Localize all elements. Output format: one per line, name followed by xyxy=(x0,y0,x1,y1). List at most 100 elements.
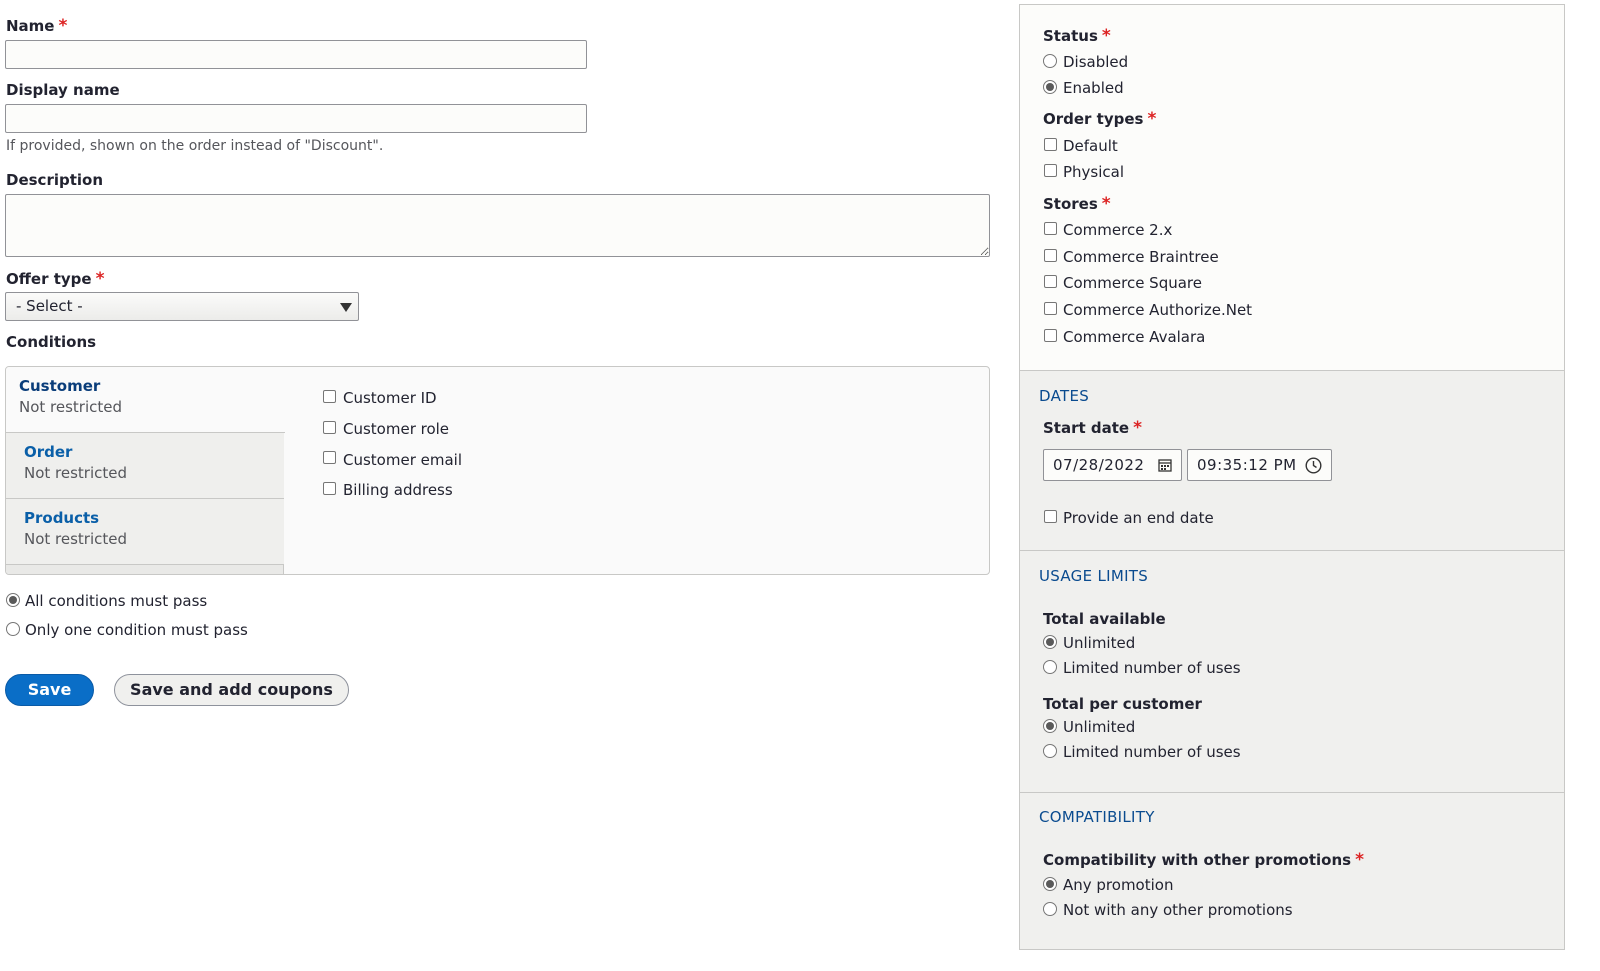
required-mark: * xyxy=(1101,26,1111,46)
compatibility-section: COMPATIBILITY Compatibility with other p… xyxy=(1020,793,1564,949)
store-checkbox[interactable] xyxy=(1044,302,1057,315)
order-type-label: Physical xyxy=(1063,163,1125,181)
radio-label: Limited number of uses xyxy=(1063,659,1241,677)
customer-email-checkbox[interactable] xyxy=(323,451,336,464)
display-name-label: Display name xyxy=(6,81,120,99)
total-per-customer-label: Total per customer xyxy=(1043,695,1202,713)
name-input[interactable] xyxy=(5,40,587,69)
required-mark: * xyxy=(95,269,105,289)
order-types-label-text: Order types xyxy=(1043,110,1144,128)
offer-type-selected: - Select - xyxy=(16,297,83,315)
status-label-text: Status xyxy=(1043,27,1098,45)
total-unlimited-radio[interactable] xyxy=(1043,635,1057,649)
required-mark: * xyxy=(1101,194,1111,214)
status-enabled-radio[interactable] xyxy=(1043,80,1057,94)
stores-label: Stores * xyxy=(1043,194,1111,214)
display-name-help: If provided, shown on the order instead … xyxy=(6,138,384,154)
tab-products[interactable]: Products Not restricted xyxy=(6,499,284,565)
operator-label: All conditions must pass xyxy=(25,592,208,610)
name-label-text: Name xyxy=(6,17,55,35)
chevron-down-icon xyxy=(340,303,352,312)
conditions-panel: Customer Not restricted Order Not restri… xyxy=(5,366,990,575)
order-type-default-checkbox[interactable] xyxy=(1044,138,1057,151)
all-conditions-radio[interactable] xyxy=(6,593,20,607)
one-condition-radio[interactable] xyxy=(6,622,20,636)
order-types-label: Order types * xyxy=(1043,109,1156,129)
required-mark: * xyxy=(58,16,68,36)
dates-section: DATES Start date * 07/28/2022 09:35:12 PM… xyxy=(1020,371,1564,551)
description-label: Description xyxy=(6,171,104,189)
customer-id-checkbox[interactable] xyxy=(323,390,336,403)
store-label: Commerce Square xyxy=(1063,274,1202,292)
usage-limits-section: USAGE LIMITS Total available Unlimited L… xyxy=(1020,551,1564,793)
tab-title: Products xyxy=(24,509,100,527)
billing-address-checkbox[interactable] xyxy=(323,482,336,495)
status-option-label: Enabled xyxy=(1063,79,1124,97)
option-label: Customer role xyxy=(343,420,450,438)
tab-customer[interactable]: Customer Not restricted xyxy=(6,367,285,433)
start-date-value: 07/28/2022 xyxy=(1053,456,1145,474)
order-type-physical-checkbox[interactable] xyxy=(1044,164,1057,177)
option-label: Customer ID xyxy=(343,389,437,407)
radio-label: Any promotion xyxy=(1063,876,1174,894)
option-label: Customer email xyxy=(343,451,462,469)
total-available-label: Total available xyxy=(1043,610,1166,628)
compatibility-label: Compatibility with other promotions * xyxy=(1043,850,1364,870)
customer-role-checkbox[interactable] xyxy=(323,421,336,434)
offer-type-label-text: Offer type xyxy=(6,270,92,288)
calendar-icon[interactable] xyxy=(1158,458,1172,472)
clock-icon[interactable] xyxy=(1305,457,1322,474)
store-label: Commerce 2.x xyxy=(1063,221,1173,239)
store-label: Commerce Braintree xyxy=(1063,248,1219,266)
usage-limits-heading[interactable]: USAGE LIMITS xyxy=(1039,567,1148,585)
store-checkbox[interactable] xyxy=(1044,222,1057,235)
status-disabled-radio[interactable] xyxy=(1043,54,1057,68)
offer-type-label: Offer type * xyxy=(6,269,104,289)
radio-label: Unlimited xyxy=(1063,718,1136,736)
tab-summary: Not restricted xyxy=(19,398,123,416)
operator-label: Only one condition must pass xyxy=(25,621,248,639)
store-label: Commerce Avalara xyxy=(1063,328,1206,346)
no-other-promotions-radio[interactable] xyxy=(1043,902,1057,916)
total-limited-radio[interactable] xyxy=(1043,660,1057,674)
tab-title: Order xyxy=(24,443,73,461)
any-promotion-radio[interactable] xyxy=(1043,877,1057,891)
required-mark: * xyxy=(1147,109,1157,129)
name-label: Name * xyxy=(6,16,67,36)
start-time-value: 09:35:12 PM xyxy=(1197,456,1297,474)
start-time-input[interactable]: 09:35:12 PM xyxy=(1187,449,1332,481)
radio-label: Not with any other promotions xyxy=(1063,901,1293,919)
end-date-checkbox[interactable] xyxy=(1044,510,1057,523)
radio-label: Unlimited xyxy=(1063,634,1136,652)
conditions-label: Conditions xyxy=(6,333,97,351)
required-mark: * xyxy=(1355,850,1364,870)
sidebar: Status * Disabled Enabled Order types * De… xyxy=(1019,4,1565,950)
sidebar-main-section: Status * Disabled Enabled Order types * De… xyxy=(1020,5,1564,371)
store-label: Commerce Authorize.Net xyxy=(1063,301,1253,319)
store-checkbox[interactable] xyxy=(1044,249,1057,262)
store-checkbox[interactable] xyxy=(1044,329,1057,342)
start-date-input[interactable]: 07/28/2022 xyxy=(1043,449,1182,481)
per-customer-unlimited-radio[interactable] xyxy=(1043,719,1057,733)
radio-label: Limited number of uses xyxy=(1063,743,1241,761)
tab-summary: Not restricted xyxy=(24,530,128,548)
tab-summary: Not restricted xyxy=(24,464,128,482)
display-name-input[interactable] xyxy=(5,104,587,133)
offer-type-select[interactable]: - Select - xyxy=(5,292,359,321)
dates-heading[interactable]: DATES xyxy=(1039,387,1089,405)
per-customer-limited-radio[interactable] xyxy=(1043,744,1057,758)
compatibility-label-text: Compatibility with other promotions xyxy=(1043,851,1352,869)
store-checkbox[interactable] xyxy=(1044,275,1057,288)
status-label: Status * xyxy=(1043,26,1111,46)
start-date-label: Start date * xyxy=(1043,418,1142,438)
description-textarea[interactable] xyxy=(5,194,990,257)
tab-order[interactable]: Order Not restricted xyxy=(6,433,284,499)
status-option-label: Disabled xyxy=(1063,53,1129,71)
save-button[interactable]: Save xyxy=(5,674,94,706)
stores-label-text: Stores xyxy=(1043,195,1098,213)
order-type-label: Default xyxy=(1063,137,1118,155)
save-add-coupons-button[interactable]: Save and add coupons xyxy=(114,674,349,706)
tab-title: Customer xyxy=(19,377,101,395)
compatibility-heading[interactable]: COMPATIBILITY xyxy=(1039,808,1155,826)
end-date-label: Provide an end date xyxy=(1063,509,1214,527)
